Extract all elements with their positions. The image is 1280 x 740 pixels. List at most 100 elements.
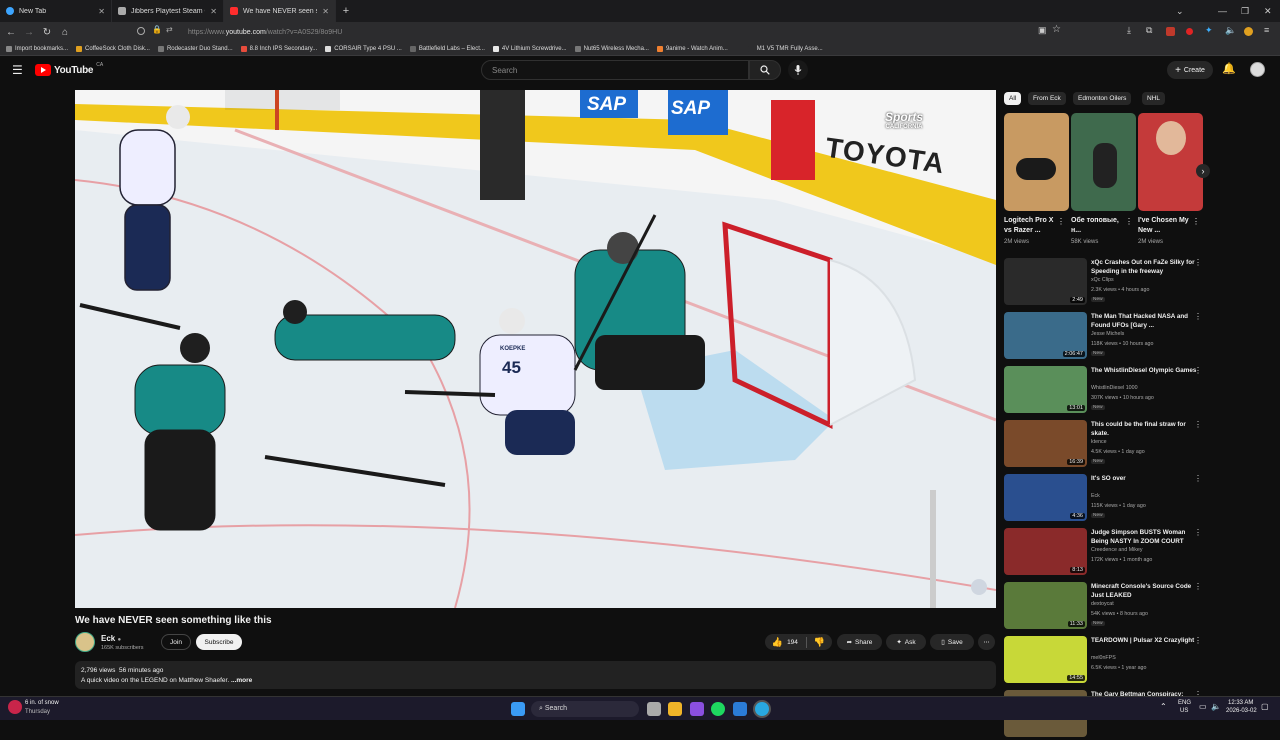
bookmark-item[interactable]: M1 V5 TMR Fully Asse... [747,45,823,52]
notifications-bell-icon[interactable]: 🔔 [1222,62,1236,75]
permissions-icon[interactable]: ⇄ [166,25,173,34]
recommended-channel[interactable]: dextoycat [1091,601,1114,607]
short-thumbnail[interactable] [1138,113,1203,211]
lock-icon[interactable]: 🔒 [152,25,162,34]
like-button[interactable]: 👍 194 [772,636,807,648]
bookmark-item[interactable]: Battlefield Labs – Elect... [409,45,485,52]
recommended-title[interactable]: xQc Crashes Out on FaZe Silky for Speedi… [1091,258,1197,276]
window-close-button[interactable]: ✕ [1264,0,1272,22]
recommended-channel[interactable]: Eck [1091,493,1100,499]
recommended-item[interactable]: 14:55 TEARDOWN | Pulsar X2 Crazylight mel0… [1004,636,1204,686]
forward-button[interactable]: → [20,27,38,38]
maximize-button[interactable]: ❐ [1241,0,1249,22]
kebab-menu-icon[interactable]: ⋮ [1194,366,1202,375]
shield-icon[interactable] [137,27,145,35]
picture-in-picture-icon[interactable]: ▣ [1038,25,1047,36]
channel-name[interactable]: Eck ● [101,634,121,643]
notification-center-icon[interactable]: ▢ [1261,702,1269,711]
video-thumbnail[interactable]: 2:49 [1004,258,1087,305]
spotify-icon[interactable] [711,702,725,716]
kebab-menu-icon[interactable]: ⋮ [1194,582,1202,591]
reload-button[interactable]: ↻ [38,27,56,38]
kebab-menu-icon[interactable]: ⋮ [1057,217,1065,226]
recommended-channel[interactable]: mel0nFPS [1091,655,1116,661]
start-windows-icon[interactable] [511,702,525,716]
voice-search-button[interactable] [788,60,808,80]
kebab-menu-icon[interactable]: ⋮ [1194,420,1202,429]
bookmark-item[interactable]: 8.8 Inch IPS Secondary... [240,45,317,52]
recommended-item[interactable]: 4:36 It's SO over Eck 115K views • 1 day ag… [1004,474,1204,524]
bookmark-star-icon[interactable]: ☆ [1052,24,1061,35]
back-button[interactable]: ← [2,27,20,38]
short-title[interactable]: Logitech Pro X vs Razer ... [1004,216,1060,236]
ask-button[interactable]: ✦ Ask [886,634,926,650]
tab-list-chevron-icon[interactable]: ⌄ [1176,0,1184,22]
create-button[interactable]: + Create [1167,61,1213,79]
recommended-title[interactable]: TEARDOWN | Pulsar X2 Crazylight [1091,636,1197,645]
extension-red-icon[interactable] [1166,27,1175,36]
kebab-menu-icon[interactable]: ⋮ [1194,312,1202,321]
recommended-item[interactable]: 11:33 Minecraft Console's Source Code Jus… [1004,582,1204,632]
short-thumbnail[interactable] [1071,113,1136,211]
app-purple-icon[interactable] [690,702,704,716]
kebab-menu-icon[interactable]: ⋮ [1192,217,1200,226]
recommended-item[interactable]: 2:06:47 The Man That Hacked NASA and Foun… [1004,312,1204,362]
extension-record-icon[interactable] [1186,28,1193,35]
recommended-title[interactable]: Judge Simpson BUSTS Woman Being NASTY In… [1091,528,1197,546]
video-thumbnail[interactable]: 14:55 [1004,636,1087,683]
kebab-menu-icon[interactable]: ⋮ [1194,258,1202,267]
recommended-channel[interactable]: ktence [1091,439,1107,445]
bookmark-item[interactable]: Nut65 Wireless Mecha... [574,45,649,52]
speaker-icon[interactable]: 🔈 [1211,702,1221,711]
video-thumbnail[interactable]: 13:01 [1004,366,1087,413]
bookmark-item[interactable]: Rodecaster Duo Stand... [157,45,233,52]
short-title[interactable]: I've Chosen My New ... [1138,216,1194,236]
weather-text[interactable]: 6 in. of snow [25,700,59,706]
task-view-icon[interactable] [647,702,661,716]
bookmark-item[interactable]: Import bookmarks... [6,45,68,52]
youtube-logo[interactable]: YouTube CA [35,62,103,76]
minimize-button[interactable]: — [1218,0,1227,22]
extensions-icon[interactable]: ⧉ [1146,25,1152,36]
kebab-menu-icon[interactable]: ⋮ [1194,528,1202,537]
chip-edmonton-oilers[interactable]: Edmonton Oilers [1073,92,1132,105]
bookmark-item[interactable]: CORSAIR Type 4 PSU ... [325,45,402,52]
avatar[interactable] [1250,62,1265,77]
chip-from-eck[interactable]: From Eck [1028,92,1066,105]
close-icon[interactable]: ✕ [322,7,329,16]
weather-icon[interactable] [8,700,22,714]
clock-time[interactable]: 12:33 AM [1228,700,1253,706]
file-explorer-icon[interactable] [668,702,682,716]
recommended-item[interactable]: 8:13 Judge Simpson BUSTS Woman Being NAST… [1004,528,1204,578]
video-thumbnail[interactable]: 11:33 [1004,582,1087,629]
url-field[interactable]: https://www. youtube.com/watch?v=A0S29/8o… [184,25,1119,39]
recommended-item[interactable]: 2:49 xQc Crashes Out on FaZe Silky for Sp… [1004,258,1204,308]
chevron-right-icon[interactable]: › [1196,164,1210,178]
video-thumbnail[interactable]: 4:36 [1004,474,1087,521]
video-thumbnail[interactable]: 2:06:47 [1004,312,1087,359]
tray-chevron-icon[interactable]: ⌃ [1160,702,1167,711]
share-button[interactable]: ➦ Share [837,634,882,650]
description-box[interactable]: 2,796 views 56 minutes ago A quick video… [75,661,996,689]
tab-youtube-video[interactable]: We have NEVER seen something... ✕ [224,0,336,22]
save-button[interactable]: ▯ Save [930,634,974,650]
recommended-channel[interactable]: WhistlinDiesel 1000 [1091,385,1138,391]
kebab-menu-icon[interactable]: ⋮ [1194,636,1202,645]
taskbar-search[interactable]: ⌕ Search [531,701,639,717]
close-icon[interactable]: ✕ [210,7,217,16]
short-thumbnail[interactable] [1004,113,1069,211]
more-actions-button[interactable]: ⋯ [978,634,995,650]
tab-new-tab[interactable]: New Tab ✕ [0,0,112,22]
kebab-menu-icon[interactable]: ⋮ [1125,217,1133,226]
short-title[interactable]: Обе топовые, н... [1071,216,1127,236]
video-thumbnail[interactable]: 16:39 [1004,420,1087,467]
chip-all[interactable]: All [1004,92,1022,105]
bookmark-item[interactable]: 4V Lithium Screwdrive... [492,45,567,52]
input-language[interactable]: ENG [1178,700,1191,706]
recommended-channel[interactable]: xQc Clips [1091,277,1114,283]
recommended-item[interactable]: 13:01 The WhistlinDiesel Olympic Games Whi… [1004,366,1204,416]
tab-steam-charts[interactable]: Jibbers Playtest Steam Charts (F... ✕ [112,0,224,22]
recommended-title[interactable]: This could be the final straw for skate. [1091,420,1197,438]
network-icon[interactable]: ▭ [1199,702,1207,711]
video-player[interactable]: SAP SAP TOYOTA 45 KOEPKE Sports CALIFORN… [75,90,996,608]
